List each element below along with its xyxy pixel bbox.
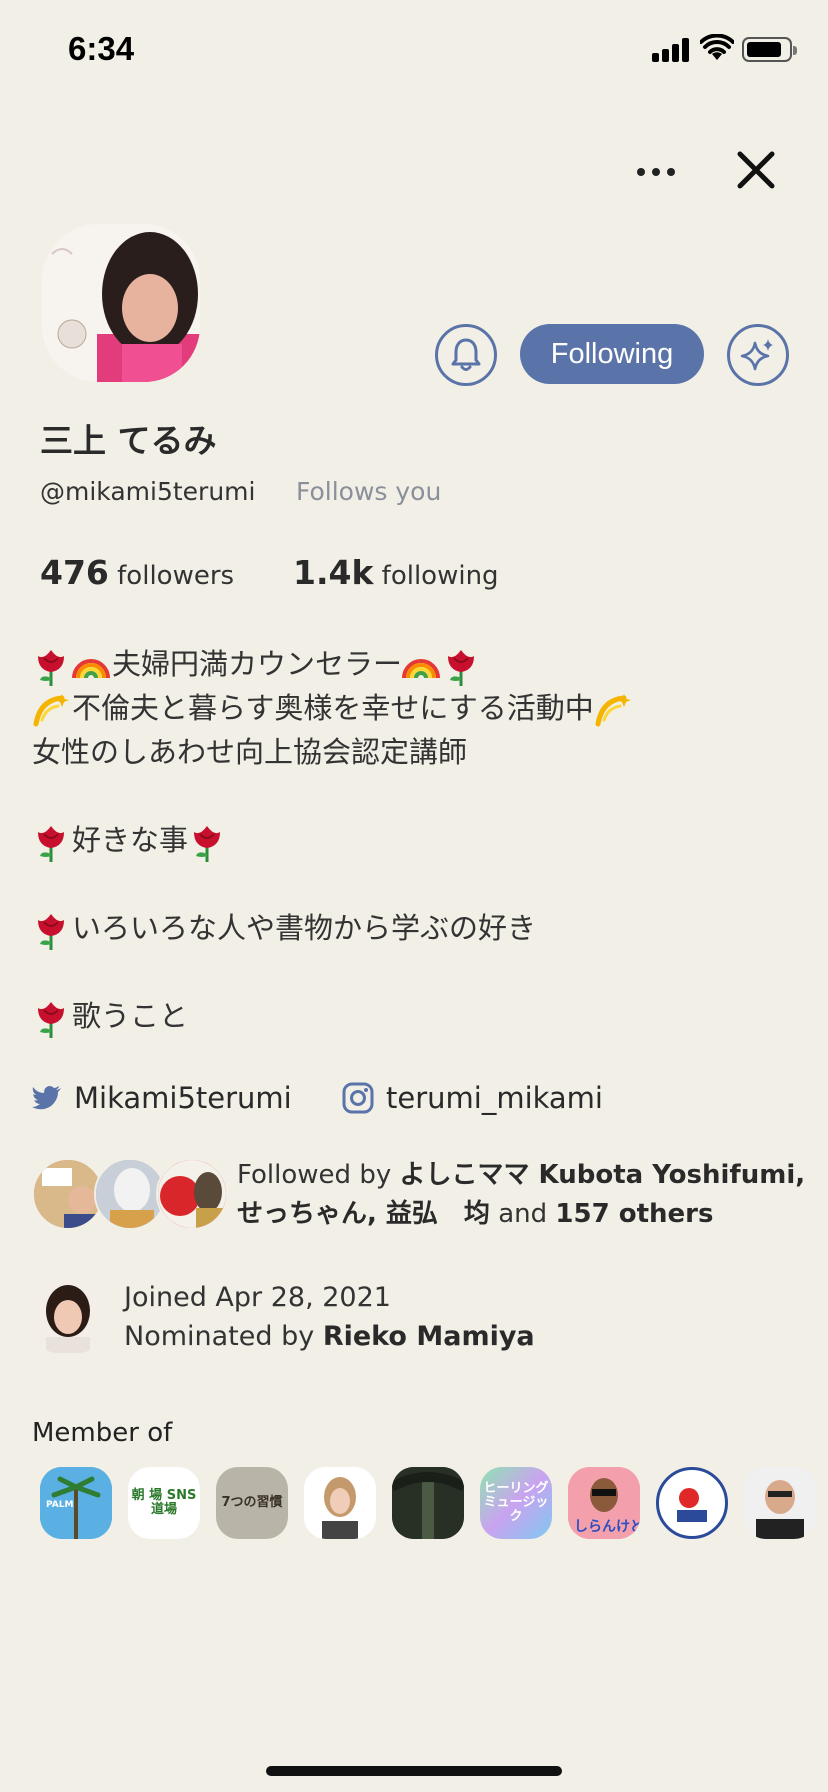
following-count: 1.4k xyxy=(293,553,374,592)
rose-icon xyxy=(36,648,66,686)
signal-icon xyxy=(652,38,690,62)
bio-line-6: 歌うこと xyxy=(32,994,812,1038)
twitter-icon xyxy=(32,1086,61,1110)
bio-line-3: 女性のしあわせ向上協会認定講師 xyxy=(32,735,468,769)
man-portrait-club-icon[interactable] xyxy=(744,1467,816,1539)
bio-line-4: 好きな事 xyxy=(32,818,812,862)
instagram-link[interactable]: terumi_mikami xyxy=(342,1078,603,1118)
bio-line-5: いろいろな人や書物から学ぶの好き xyxy=(32,906,812,950)
nominated-line: Nominated by Rieko Mamiya xyxy=(124,1317,535,1356)
following-label: following xyxy=(381,561,499,591)
bio-text-1: 夫婦円満カウンセラー xyxy=(112,647,403,681)
dot xyxy=(637,168,645,176)
asaba-sns-club-icon[interactable]: 朝 場 SNS道場 xyxy=(128,1467,200,1539)
sparkle-icon xyxy=(740,339,773,371)
bio-text-6: 歌うこと xyxy=(72,999,189,1033)
forest-club-icon[interactable] xyxy=(392,1467,464,1539)
profile-handle: @mikami5terumi xyxy=(40,477,256,506)
bell-icon xyxy=(451,338,481,371)
home-indicator[interactable] xyxy=(266,1766,562,1776)
dot xyxy=(667,168,675,176)
member-of-label: Member of xyxy=(32,1418,173,1448)
sparkle-button[interactable] xyxy=(727,324,789,386)
avatar xyxy=(156,1158,228,1230)
wifi-icon xyxy=(700,34,734,60)
dot xyxy=(652,168,660,176)
followers-link[interactable]: 476 followers xyxy=(40,553,235,592)
joined-section: Joined Apr 28, 2021 Nominated by Rieko M… xyxy=(32,1278,732,1354)
dizzy-icon xyxy=(594,690,632,730)
shiranke-club-icon[interactable]: しらんけど xyxy=(568,1467,640,1539)
bio-text-4: 好きな事 xyxy=(72,823,189,857)
status-bar: 6:34 xyxy=(0,0,828,100)
rose-icon xyxy=(36,912,66,950)
portrait-club-icon[interactable] xyxy=(304,1467,376,1539)
instagram-handle: terumi_mikami xyxy=(386,1081,603,1115)
follows-you-badge: Follows you xyxy=(296,477,442,506)
followers-count: 476 xyxy=(40,553,109,592)
svg-text:PALM: PALM xyxy=(46,1500,73,1510)
rose-icon xyxy=(446,648,476,686)
following-link[interactable]: 1.4k following xyxy=(293,553,499,592)
profile-stats: 476 followers 1.4k following xyxy=(40,553,499,592)
member-of-clubs[interactable]: PALM 朝 場 SNS道場 7つの習慣 ヒーリング ミュージック しらんけど xyxy=(40,1467,828,1539)
joined-text: Joined Apr 28, 2021 Nominated by Rieko M… xyxy=(124,1278,535,1356)
followed-by-others: 157 others xyxy=(555,1199,714,1229)
rose-icon xyxy=(192,824,222,862)
followers-label: followers xyxy=(117,561,235,591)
bio-line-2: 不倫夫と暮らす奥様を幸せにする活動中 xyxy=(32,686,812,730)
profile-bio: 夫婦円満カウンセラー 不倫夫と暮らす奥様を幸せにする活動中 女性のしあわせ向上協… xyxy=(32,642,812,1038)
following-button[interactable]: Following xyxy=(520,324,704,384)
followed-by-prefix: Followed by xyxy=(237,1160,392,1190)
rainbow-icon xyxy=(72,659,110,680)
palm-tree-club-icon[interactable]: PALM xyxy=(40,1467,112,1539)
rose-icon xyxy=(36,824,66,862)
bio-line-1: 夫婦円満カウンセラー xyxy=(32,642,812,686)
status-time: 6:34 xyxy=(68,30,135,67)
followed-by-names-2: せっちゃん, 益弘 均 xyxy=(237,1199,490,1229)
bio-blank xyxy=(32,950,812,994)
followed-by-and: and xyxy=(498,1199,548,1229)
mascot-club-icon[interactable] xyxy=(656,1467,728,1539)
joined-date: Joined Apr 28, 2021 xyxy=(124,1282,391,1313)
bio-blank xyxy=(32,862,812,906)
followed-by-section[interactable]: Followed by よしこママ Kubota Yoshifumi, せっちゃ… xyxy=(32,1156,822,1230)
followed-by-avatars xyxy=(32,1156,234,1230)
battery-icon xyxy=(742,37,797,62)
followed-by-text: Followed by よしこママ Kubota Yoshifumi, せっちゃ… xyxy=(237,1156,827,1234)
avatar-photo xyxy=(42,224,200,382)
profile-avatar[interactable] xyxy=(42,224,200,382)
nominated-prefix: Nominated by xyxy=(124,1321,315,1352)
dizzy-icon xyxy=(32,690,70,730)
seven-habits-club-icon[interactable]: 7つの習慣 xyxy=(216,1467,288,1539)
profile-name: 三上 てるみ xyxy=(40,421,217,460)
instagram-icon xyxy=(342,1082,374,1114)
rainbow-icon xyxy=(402,659,441,680)
notification-bell-button[interactable] xyxy=(435,324,497,386)
more-options-button[interactable] xyxy=(628,152,684,192)
twitter-handle: Mikami5terumi xyxy=(74,1081,292,1115)
nominator-name[interactable]: Rieko Mamiya xyxy=(323,1321,535,1352)
healing-music-club-icon[interactable]: ヒーリング ミュージック xyxy=(480,1467,552,1539)
close-icon[interactable] xyxy=(734,148,778,192)
nominator-avatar[interactable] xyxy=(32,1281,104,1353)
bio-blank xyxy=(32,774,812,818)
bio-text-5: いろいろな人や書物から学ぶの好き xyxy=(72,911,537,945)
followed-by-names-1: よしこママ Kubota Yoshifumi, xyxy=(399,1160,806,1190)
rose-icon xyxy=(36,1000,66,1038)
svg-text:しらんけど: しらんけど xyxy=(574,1519,640,1535)
twitter-link[interactable]: Mikami5terumi xyxy=(32,1078,292,1118)
bio-text-2: 不倫夫と暮らす奥様を幸せにする活動中 xyxy=(72,691,594,725)
